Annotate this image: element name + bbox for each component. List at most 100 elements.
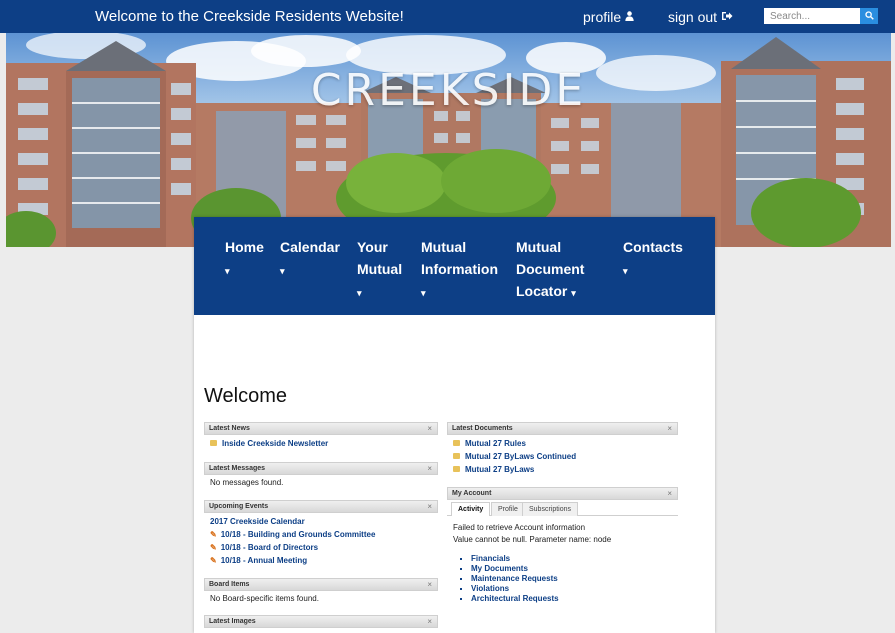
welcome-message: Welcome to the Creekside Residents Websi… xyxy=(95,8,404,25)
account-link-maintenance-requests[interactable]: Maintenance Requests xyxy=(471,574,672,584)
widget-body: Mutual 27 Rules Mutual 27 ByLaws Continu… xyxy=(447,435,678,478)
search-box xyxy=(764,8,878,24)
close-icon[interactable]: × xyxy=(427,579,432,590)
nav-label-line: Document xyxy=(516,261,585,277)
nav-your-mutual[interactable]: Your Mutual ▾ xyxy=(357,236,402,304)
close-icon[interactable]: × xyxy=(427,423,432,434)
account-link-violations[interactable]: Violations xyxy=(471,584,672,594)
chevron-down-icon: ▾ xyxy=(225,266,230,276)
widget-title: Latest Messages xyxy=(209,465,266,472)
profile-label: profile xyxy=(583,9,622,25)
nav-mutual-information[interactable]: Mutual Information ▾ xyxy=(421,236,498,304)
nav-contacts[interactable]: Contacts ▾ xyxy=(623,236,683,282)
nav-label-line: Mutual xyxy=(421,239,467,255)
document-link[interactable]: Mutual 27 Rules xyxy=(453,437,672,450)
event-link[interactable]: ✎ 10/18 - Board of Directors xyxy=(210,541,432,554)
widget-body: 2017 Creekside Calendar ✎ 10/18 - Buildin… xyxy=(204,513,438,569)
account-error: Failed to retrieve Account information xyxy=(453,523,586,532)
calendar-link[interactable]: 2017 Creekside Calendar xyxy=(210,515,432,528)
close-icon[interactable]: × xyxy=(667,423,672,434)
nav-label-line: Home xyxy=(225,239,264,255)
nav-label-line: Contacts xyxy=(623,239,683,255)
close-icon[interactable]: × xyxy=(427,616,432,627)
chevron-down-icon: ▾ xyxy=(280,266,285,276)
document-icon xyxy=(453,453,460,459)
nav-label-line: Mutual xyxy=(357,261,403,277)
widget-title: Latest Documents xyxy=(452,425,513,432)
document-icon xyxy=(210,440,217,446)
search-button[interactable] xyxy=(860,8,878,24)
chevron-down-icon: ▾ xyxy=(421,288,426,298)
account-error-detail: Value cannot be null. Parameter name: no… xyxy=(453,535,612,544)
search-input[interactable] xyxy=(764,8,860,24)
document-link[interactable]: Mutual 27 ByLaws xyxy=(453,463,672,476)
account-link-financials[interactable]: Financials xyxy=(471,554,672,564)
event-link[interactable]: ✎ 10/18 - Annual Meeting xyxy=(210,554,432,567)
tab-profile[interactable]: Profile xyxy=(491,502,525,516)
news-link[interactable]: Inside Creekside Newsletter xyxy=(210,437,432,450)
tab-subscriptions[interactable]: Subscriptions xyxy=(522,502,579,516)
chevron-down-icon: ▾ xyxy=(571,288,576,298)
widget-body: No messages found. xyxy=(204,475,438,491)
main-nav: Home ▾ Calendar ▾ Your Mutual ▾ Mutual I… xyxy=(194,217,715,315)
user-icon xyxy=(625,11,634,24)
page-title: Welcome xyxy=(204,385,287,407)
widget-header: Latest News × xyxy=(204,422,438,435)
nav-label-line: Mutual xyxy=(516,239,562,255)
widget-title: Upcoming Events xyxy=(209,503,269,510)
latest-news-widget: Latest News × Inside Creekside Newsletter xyxy=(204,422,438,452)
event-title: 10/18 - Board of Directors xyxy=(220,543,319,552)
widget-body: No Board-specific items found. xyxy=(204,591,438,607)
sign-out-label: sign out xyxy=(668,9,718,25)
pin-icon: ✎ xyxy=(210,530,217,539)
empty-message: No messages found. xyxy=(210,478,284,487)
widget-header: My Account × xyxy=(447,487,678,500)
hero-title: CREEKSIDE xyxy=(310,65,587,116)
nav-label-line: Locator xyxy=(516,283,568,299)
close-icon[interactable]: × xyxy=(427,463,432,474)
pin-icon: ✎ xyxy=(210,543,217,552)
sign-out-link[interactable]: sign out xyxy=(668,9,733,25)
upcoming-events-widget: Upcoming Events × 2017 Creekside Calendar… xyxy=(204,500,438,569)
pin-icon: ✎ xyxy=(210,556,217,565)
document-title: Mutual 27 ByLaws Continued xyxy=(465,452,577,461)
chevron-down-icon: ▾ xyxy=(357,288,362,298)
main-panel: Home ▾ Calendar ▾ Your Mutual ▾ Mutual I… xyxy=(194,217,715,633)
sign-out-icon xyxy=(721,11,733,24)
widget-title: Board Items xyxy=(209,581,250,588)
latest-messages-widget: Latest Messages × No messages found. xyxy=(204,462,438,491)
nav-label-line: Calendar xyxy=(280,239,340,255)
latest-documents-widget: Latest Documents × Mutual 27 Rules Mutual… xyxy=(447,422,678,478)
nav-label-line: Information xyxy=(421,261,498,277)
document-icon xyxy=(453,440,460,446)
nav-calendar[interactable]: Calendar ▾ xyxy=(280,236,340,282)
nav-home[interactable]: Home ▾ xyxy=(225,236,264,282)
account-links: Financials My Documents Maintenance Requ… xyxy=(453,554,672,604)
widget-header: Board Items × xyxy=(204,578,438,591)
widget-header: Upcoming Events × xyxy=(204,500,438,513)
tab-activity[interactable]: Activity xyxy=(451,502,491,516)
document-title: Mutual 27 ByLaws xyxy=(465,465,535,474)
nav-mutual-document-locator[interactable]: Mutual Document Locator ▾ xyxy=(516,236,584,304)
my-account-widget: My Account × Activity Profile Subscriptio… xyxy=(447,487,678,606)
close-icon[interactable]: × xyxy=(427,501,432,512)
document-link[interactable]: Mutual 27 ByLaws Continued xyxy=(453,450,672,463)
event-title: 10/18 - Annual Meeting xyxy=(220,556,308,565)
nav-label-line: Your xyxy=(357,239,388,255)
widget-header: Latest Messages × xyxy=(204,462,438,475)
news-title: Inside Creekside Newsletter xyxy=(222,439,329,448)
event-link[interactable]: ✎ 10/18 - Building and Grounds Committee xyxy=(210,528,432,541)
event-title: 10/18 - Building and Grounds Committee xyxy=(220,530,376,539)
account-link-my-documents[interactable]: My Documents xyxy=(471,564,672,574)
close-icon[interactable]: × xyxy=(667,488,672,499)
account-link-architectural-requests[interactable]: Architectural Requests xyxy=(471,594,672,604)
board-items-widget: Board Items × No Board-specific items fou… xyxy=(204,578,438,607)
widget-body: Failed to retrieve Account information V… xyxy=(447,516,678,606)
top-bar: Welcome to the Creekside Residents Websi… xyxy=(0,0,895,33)
profile-link[interactable]: profile xyxy=(583,9,634,25)
search-icon xyxy=(864,11,874,20)
widget-header: Latest Documents × xyxy=(447,422,678,435)
widget-header: Latest Images × xyxy=(204,615,438,628)
document-icon xyxy=(453,466,460,472)
widget-title: My Account xyxy=(452,490,492,497)
